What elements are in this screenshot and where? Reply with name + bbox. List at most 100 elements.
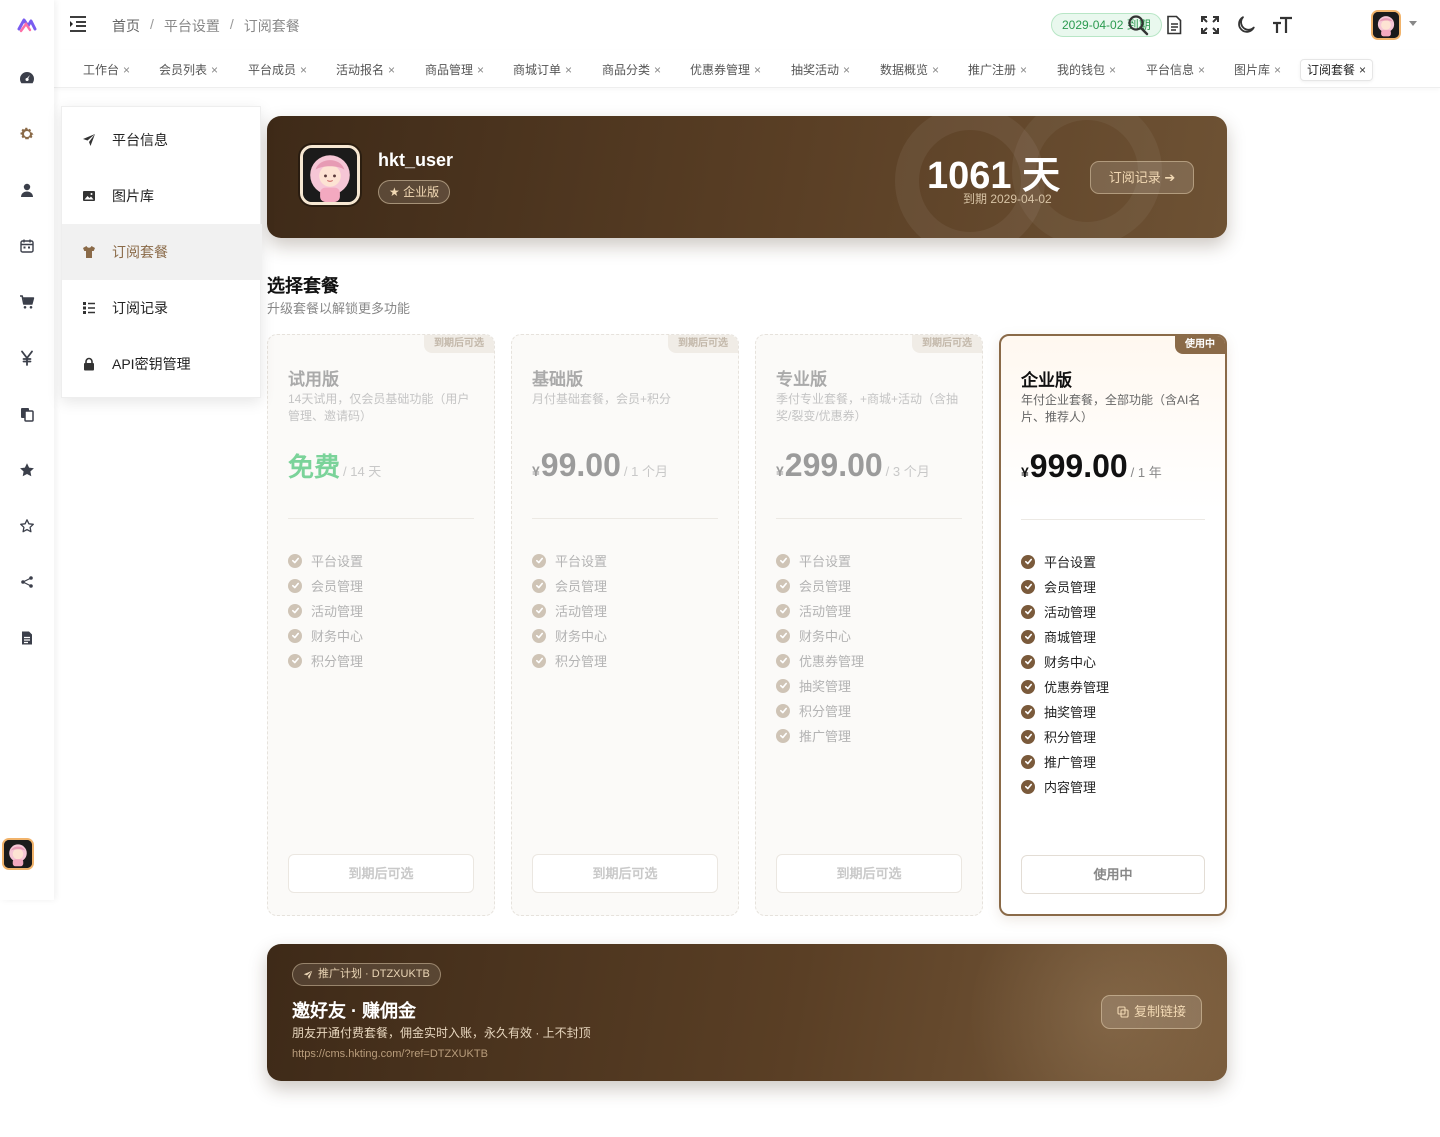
close-icon[interactable]: × [1020, 63, 1027, 77]
submenu-label: 图片库 [112, 188, 154, 204]
submenu-item-api-keys[interactable]: API密钥管理 [62, 336, 262, 392]
submenu-label: 订阅套餐 [112, 244, 168, 260]
dashboard-icon[interactable] [17, 68, 37, 88]
tab-image-library[interactable]: 图片库 × [1228, 59, 1287, 81]
calendar-icon[interactable] [17, 236, 37, 256]
feature-label: 积分管理 [555, 654, 608, 669]
check-circle-icon [1021, 704, 1035, 719]
tab-label: 订阅套餐 [1307, 63, 1356, 77]
close-icon[interactable]: × [1359, 63, 1366, 77]
search-icon[interactable] [1127, 14, 1149, 36]
check-circle-icon [1021, 754, 1035, 769]
close-icon[interactable]: × [300, 63, 307, 77]
close-icon[interactable]: × [1198, 63, 1205, 77]
menu-collapse-icon[interactable] [69, 15, 87, 33]
referral-link[interactable]: https://cms.hkting.com/?ref=DTZXUKTB [292, 1048, 488, 1060]
tab-lottery[interactable]: 抽奖活动 × [785, 59, 856, 81]
plan-select-button[interactable]: 使用中 [1021, 855, 1205, 894]
submenu-item-platform-info[interactable]: 平台信息 [62, 112, 262, 168]
close-icon[interactable]: × [388, 63, 395, 77]
feature-item: 活动管理 [1021, 599, 1109, 624]
tab-members[interactable]: 会员列表 × [153, 59, 224, 81]
feature-item: 积分管理 [288, 648, 363, 673]
feature-item: 推广管理 [776, 723, 864, 748]
tab-workbench[interactable]: 工作台 × [77, 59, 136, 81]
feature-label: 活动管理 [1044, 605, 1097, 620]
notes-icon[interactable] [1163, 14, 1185, 36]
plan-card-trial: 到期后可选 试用版 14天试用，仅会员基础功能（用户管理、邀请码） 免费 / 1… [267, 334, 495, 916]
tab-label: 商品分类 [602, 63, 651, 77]
feature-item: 财务中心 [1021, 649, 1109, 674]
close-icon[interactable]: × [1109, 63, 1116, 77]
close-icon[interactable]: × [211, 63, 218, 77]
logo-icon[interactable] [17, 15, 37, 35]
tab-products[interactable]: 商品管理 × [419, 59, 490, 81]
plan-price: 免费 / 14 天 [288, 447, 381, 484]
breadcrumb-home[interactable]: 首页 [112, 16, 140, 36]
subscription-records-button[interactable]: 订阅记录 ➔ [1090, 161, 1194, 194]
check-circle-icon [776, 703, 790, 718]
tab-product-categories[interactable]: 商品分类 × [596, 59, 667, 81]
close-icon[interactable]: × [754, 63, 761, 77]
feature-label: 优惠券管理 [1044, 680, 1110, 695]
copy-icon[interactable] [17, 404, 37, 424]
feature-item: 内容管理 [1021, 774, 1109, 799]
tab-platform-members[interactable]: 平台成员 × [242, 59, 313, 81]
breadcrumb-current: 订阅套餐 [243, 18, 300, 34]
tab-platform-info[interactable]: 平台信息 × [1140, 59, 1211, 81]
tab-mall-orders[interactable]: 商城订单 × [507, 59, 578, 81]
star-filled-icon[interactable] [17, 460, 37, 480]
fullscreen-icon[interactable] [1199, 14, 1221, 36]
tab-promo-register[interactable]: 推广注册 × [962, 59, 1033, 81]
share-icon[interactable] [17, 572, 37, 592]
referral-chip-label: 推广计划 · DTZXUKTB [318, 968, 430, 980]
plan-card-enterprise: 使用中 企业版 年付企业套餐，全部功能（含AI名片、推荐人） ¥ 999.00 … [999, 334, 1227, 916]
user-icon[interactable] [17, 180, 37, 200]
check-circle-icon [532, 578, 546, 593]
plan-select-button[interactable]: 到期后可选 [288, 854, 474, 893]
close-icon[interactable]: × [654, 63, 661, 77]
submenu-label: 订阅记录 [112, 300, 168, 316]
document-icon[interactable] [17, 628, 37, 648]
user-avatar[interactable] [1371, 10, 1401, 40]
font-size-icon[interactable] [1271, 14, 1293, 36]
close-icon[interactable]: × [1274, 63, 1281, 77]
plan-name: 企业版 [1021, 371, 1072, 390]
submenu-label: API密钥管理 [112, 356, 191, 372]
breadcrumb-platform-settings[interactable]: 平台设置 [164, 16, 220, 36]
tab-wallet[interactable]: 我的钱包 × [1051, 59, 1122, 81]
check-circle-icon [776, 653, 790, 668]
gear-icon[interactable] [17, 124, 37, 144]
tab-subscription[interactable]: 订阅套餐 × [1300, 59, 1374, 81]
plan-select-button[interactable]: 到期后可选 [776, 854, 962, 893]
check-circle-icon [1021, 629, 1035, 644]
check-circle-icon [532, 628, 546, 643]
copy-link-button[interactable]: 复制链接 [1101, 995, 1202, 1029]
tab-activity-signup[interactable]: 活动报名 × [330, 59, 401, 81]
close-icon[interactable]: × [477, 63, 484, 77]
divider [1021, 519, 1205, 520]
tab-label: 工作台 [83, 63, 120, 77]
cart-icon[interactable] [17, 292, 37, 312]
feature-item: 会员管理 [288, 573, 363, 598]
star-outline-icon[interactable] [17, 516, 37, 536]
chevron-down-icon[interactable] [1409, 21, 1417, 26]
dark-mode-icon[interactable] [1235, 14, 1257, 36]
submenu-item-subscription-records[interactable]: 订阅记录 [62, 280, 262, 336]
divider [776, 518, 962, 519]
check-circle-icon [532, 603, 546, 618]
tab-data-overview[interactable]: 数据概览 × [874, 59, 945, 81]
feature-label: 平台设置 [1044, 555, 1097, 570]
yen-icon[interactable] [17, 348, 37, 368]
rail-avatar[interactable] [2, 838, 34, 870]
submenu-item-image-library[interactable]: 图片库 [62, 168, 262, 224]
tab-coupons[interactable]: 优惠券管理 × [684, 59, 767, 81]
close-icon[interactable]: × [565, 63, 572, 77]
close-icon[interactable]: × [932, 63, 939, 77]
close-icon[interactable]: × [123, 63, 130, 77]
feature-item: 会员管理 [1021, 574, 1109, 599]
submenu-item-subscription[interactable]: 订阅套餐 [62, 224, 262, 280]
feature-item: 财务中心 [532, 623, 607, 648]
close-icon[interactable]: × [843, 63, 850, 77]
plan-select-button[interactable]: 到期后可选 [532, 854, 718, 893]
